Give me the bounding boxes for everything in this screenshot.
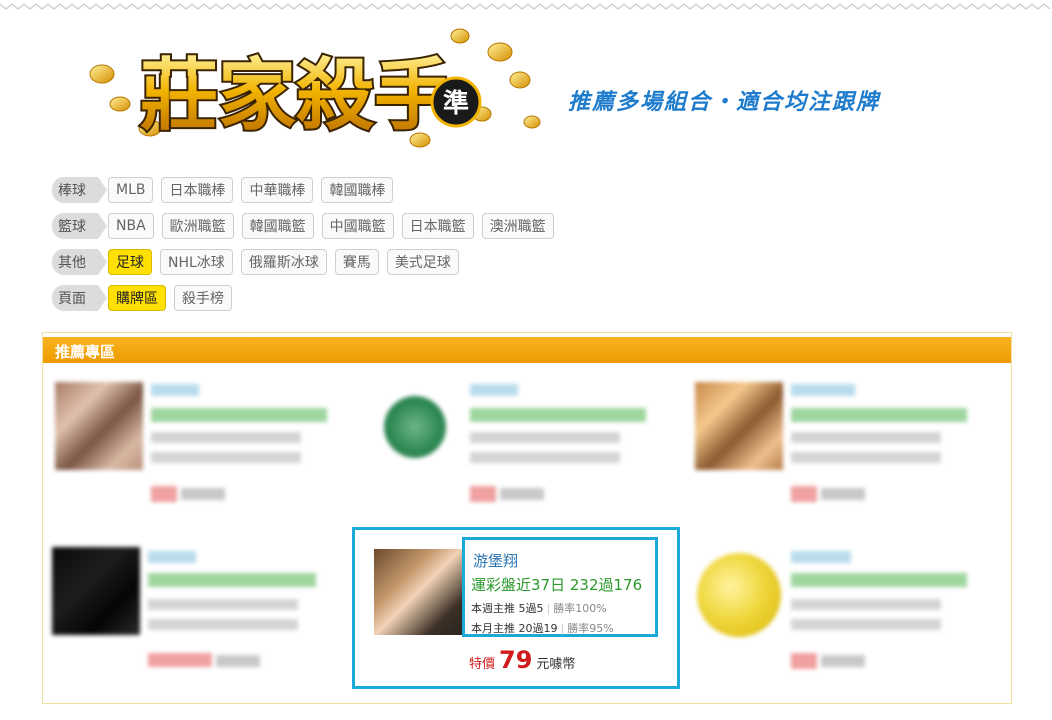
tag-mlb[interactable]: MLB bbox=[108, 177, 154, 203]
blurred-text bbox=[791, 432, 941, 443]
tag-australia-basketball[interactable]: 澳洲職籃 bbox=[481, 213, 554, 239]
blurred-text bbox=[181, 488, 225, 500]
tag-soccer[interactable]: 足球 bbox=[108, 249, 152, 275]
tag-cpbl[interactable]: 中華職棒 bbox=[241, 177, 314, 203]
tag-nba[interactable]: NBA bbox=[108, 213, 154, 239]
tipster-card[interactable] bbox=[382, 382, 682, 512]
blurred-text bbox=[791, 653, 817, 669]
price-unit: 元噱幣 bbox=[536, 657, 576, 672]
blurred-text bbox=[791, 599, 941, 610]
blurred-text bbox=[148, 573, 316, 587]
filter-row-basketball: 籃球 NBA 歐洲職籃 韓國職籃 中國職籃 日本職籃 澳洲職籃 bbox=[52, 208, 562, 244]
category-label: 棒球 bbox=[52, 177, 107, 203]
featured-tipster-avatar[interactable] bbox=[374, 549, 462, 635]
blurred-text bbox=[791, 384, 855, 396]
tipster-name[interactable]: 游堡翔 bbox=[473, 550, 518, 571]
monthly-win-rate: 勝率95% bbox=[567, 622, 614, 635]
blurred-text bbox=[148, 599, 298, 610]
weekly-win-rate: 勝率100% bbox=[553, 602, 607, 615]
tipster-avatar bbox=[55, 382, 143, 470]
tag-japan-baseball[interactable]: 日本職棒 bbox=[161, 177, 234, 203]
tipster-avatar bbox=[52, 547, 140, 635]
tag-euro-basketball[interactable]: 歐洲職籃 bbox=[161, 213, 234, 239]
blurred-text bbox=[470, 384, 518, 396]
blurred-text bbox=[148, 653, 212, 667]
blurred-text bbox=[151, 432, 301, 443]
blurred-text bbox=[151, 486, 177, 502]
tipster-card[interactable] bbox=[695, 547, 995, 677]
filter-row-baseball: 棒球 MLB 日本職棒 中華職棒 韓國職棒 bbox=[52, 172, 562, 208]
blurred-text bbox=[791, 619, 941, 630]
blurred-text bbox=[148, 619, 298, 630]
featured-tipster-info[interactable]: 游堡翔 運彩盤近37日 232過176 本週主推 5過5 | 勝率100% 本月主推… bbox=[462, 537, 658, 637]
blurred-text bbox=[470, 432, 620, 443]
stat-divider: | bbox=[560, 622, 565, 635]
tipster-card[interactable] bbox=[695, 382, 995, 512]
blurred-text bbox=[151, 408, 327, 422]
tag-purchase-area[interactable]: 購牌區 bbox=[108, 285, 166, 311]
blurred-text bbox=[216, 655, 260, 667]
monthly-record: 本月主推 20過19 bbox=[471, 622, 558, 635]
blurred-text bbox=[791, 408, 967, 422]
price-label: 特價 bbox=[469, 657, 496, 672]
filter-row-page: 頁面 購牌區 殺手榜 bbox=[52, 280, 562, 316]
site-slogan: 推薦多場組合・適合均注跟牌 bbox=[568, 90, 881, 115]
blurred-text bbox=[151, 452, 301, 463]
top-border-decoration bbox=[0, 3, 1051, 10]
tag-korea-basketball[interactable]: 韓國職籃 bbox=[241, 213, 314, 239]
tipster-card[interactable] bbox=[55, 382, 355, 512]
logo-badge: 準 bbox=[443, 88, 469, 119]
monthly-stat: 本月主推 20過19 | 勝率95% bbox=[471, 620, 614, 636]
tag-korea-baseball[interactable]: 韓國職棒 bbox=[321, 177, 394, 203]
blurred-text bbox=[791, 486, 817, 502]
tag-china-basketball[interactable]: 中國職籃 bbox=[321, 213, 394, 239]
blurred-text bbox=[151, 384, 199, 396]
weekly-record: 本週主推 5過5 bbox=[471, 602, 544, 615]
tipster-avatar bbox=[695, 382, 783, 470]
category-label: 頁面 bbox=[52, 285, 107, 311]
site-logo[interactable]: 莊家殺手 準 bbox=[80, 22, 560, 162]
blurred-text bbox=[791, 452, 941, 463]
category-label: 其他 bbox=[52, 249, 107, 275]
blurred-text bbox=[500, 488, 544, 500]
tag-japan-basketball[interactable]: 日本職籃 bbox=[401, 213, 474, 239]
category-filters: 棒球 MLB 日本職棒 中華職棒 韓國職棒 籃球 NBA 歐洲職籃 韓國職籃 中… bbox=[52, 172, 562, 316]
tag-american-football[interactable]: 美式足球 bbox=[386, 249, 459, 275]
blurred-text bbox=[470, 486, 496, 502]
tipster-avatar bbox=[697, 553, 781, 637]
logo-title: 莊家殺手 bbox=[140, 50, 452, 141]
tag-horse-racing[interactable]: 賽馬 bbox=[334, 249, 379, 275]
blurred-text bbox=[470, 408, 646, 422]
blurred-text bbox=[148, 551, 196, 563]
recommend-title: 推薦專區 bbox=[55, 343, 116, 361]
filter-row-other: 其他 足球 NHL冰球 俄羅斯冰球 賽馬 美式足球 bbox=[52, 244, 562, 280]
blurred-text bbox=[791, 573, 967, 587]
recommend-header: 推薦專區 bbox=[43, 337, 1011, 363]
tipster-card[interactable] bbox=[52, 547, 352, 677]
blurred-text bbox=[821, 655, 865, 667]
tipster-avatar bbox=[384, 396, 446, 458]
blurred-text bbox=[791, 551, 851, 563]
category-label: 籃球 bbox=[52, 213, 107, 239]
weekly-stat: 本週主推 5過5 | 勝率100% bbox=[471, 600, 607, 616]
price-value: 79 bbox=[499, 646, 533, 674]
tipster-record: 運彩盤近37日 232過176 bbox=[471, 576, 643, 594]
stat-divider: | bbox=[546, 602, 551, 615]
tag-russia-hockey[interactable]: 俄羅斯冰球 bbox=[240, 249, 327, 275]
featured-price[interactable]: 特價 79 元噱幣 bbox=[469, 646, 575, 674]
blurred-text bbox=[821, 488, 865, 500]
blurred-text bbox=[470, 452, 620, 463]
tag-killer-ranking[interactable]: 殺手榜 bbox=[174, 285, 232, 311]
tag-nhl[interactable]: NHL冰球 bbox=[160, 249, 233, 275]
